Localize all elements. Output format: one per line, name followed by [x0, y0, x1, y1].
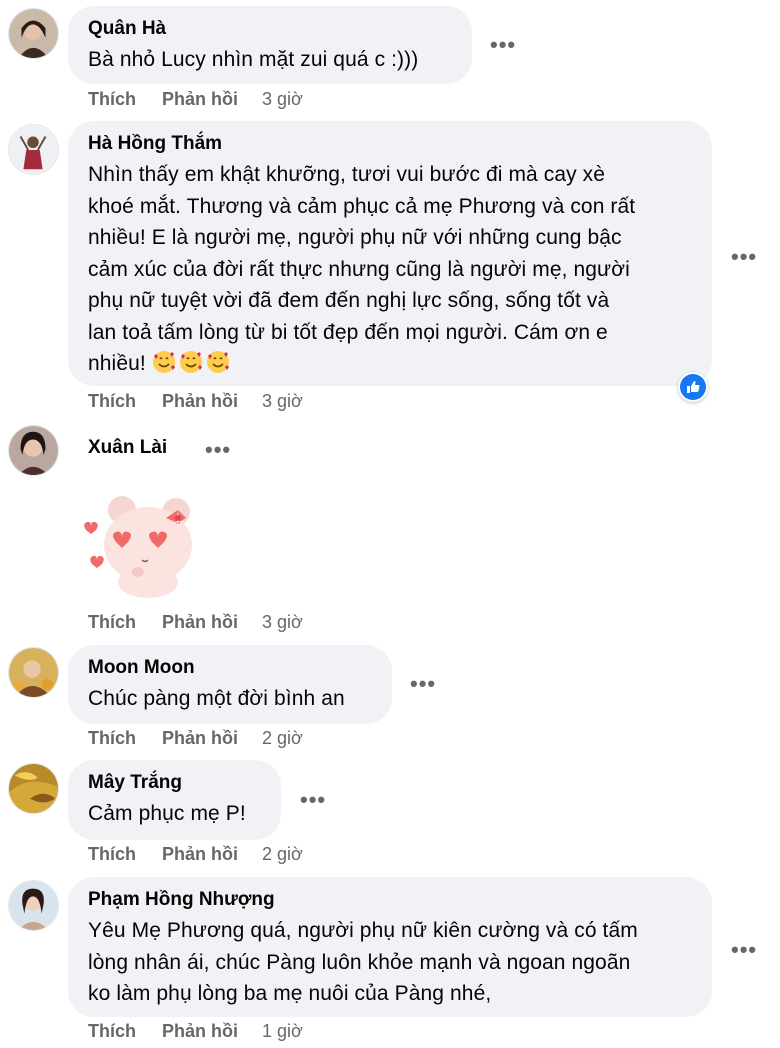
reply-button[interactable]: Phản hồi	[162, 844, 262, 866]
comment-bubble: Moon Moon Chúc pàng một đời bình an	[68, 645, 392, 724]
avatar[interactable]	[8, 124, 59, 175]
reply-button[interactable]: Phản hồi	[162, 1021, 262, 1043]
comment-text: Chúc pàng một đời bình an	[88, 687, 345, 710]
more-options-icon[interactable]: •••	[410, 673, 436, 695]
like-reaction-icon[interactable]	[678, 372, 708, 402]
more-options-icon[interactable]: •••	[731, 246, 757, 268]
more-options-icon[interactable]: •••	[205, 439, 231, 461]
commenter-name[interactable]: Xuân Lài	[88, 437, 167, 459]
more-options-icon[interactable]: •••	[490, 34, 516, 56]
comment-bubble: Quân Hà Bà nhỏ Lucy nhìn mặt zui quá c :…	[68, 6, 472, 84]
timestamp[interactable]: 3 giờ	[262, 89, 303, 111]
more-options-icon[interactable]: •••	[731, 939, 757, 961]
timestamp[interactable]: 2 giờ	[262, 728, 303, 750]
like-button[interactable]: Thích	[88, 391, 162, 413]
smiling-face-with-hearts-icon	[152, 351, 233, 375]
comment-bubble: Mây Trắng Cảm phục mẹ P!	[68, 760, 281, 840]
commenter-name[interactable]: Moon Moon	[88, 657, 372, 679]
comment-bubble: Hà Hồng Thắm Nhìn thấy em khật khưỡng, t…	[68, 121, 712, 386]
comment-bubble: Phạm Hồng Nhượng Yêu Mẹ Phương quá, ngườ…	[68, 877, 712, 1017]
comment-text: Nhìn thấy em khật khưỡng, tươi vui bước …	[88, 163, 636, 375]
like-button[interactable]: Thích	[88, 728, 162, 750]
commenter-name[interactable]: Hà Hồng Thắm	[88, 133, 692, 155]
commenter-name[interactable]: Quân Hà	[88, 18, 452, 40]
commenter-name[interactable]: Mây Trắng	[88, 772, 261, 794]
avatar[interactable]	[8, 425, 59, 476]
reply-button[interactable]: Phản hồi	[162, 612, 262, 634]
comment-text: Yêu Mẹ Phương quá, người phụ nữ kiên cườ…	[88, 919, 638, 1005]
like-button[interactable]: Thích	[88, 1021, 162, 1043]
reply-button[interactable]: Phản hồi	[162, 391, 262, 413]
like-button[interactable]: Thích	[88, 612, 162, 634]
avatar[interactable]	[8, 880, 59, 931]
commenter-name[interactable]: Phạm Hồng Nhượng	[88, 889, 692, 911]
timestamp[interactable]: 2 giờ	[262, 844, 303, 866]
avatar[interactable]	[8, 8, 59, 59]
avatar[interactable]	[8, 763, 59, 814]
reply-button[interactable]: Phản hồi	[162, 89, 262, 111]
comment-text: Bà nhỏ Lucy nhìn mặt zui quá c :)))	[88, 48, 419, 71]
timestamp[interactable]: 3 giờ	[262, 391, 303, 413]
timestamp[interactable]: 1 giờ	[262, 1021, 303, 1043]
like-button[interactable]: Thích	[88, 844, 162, 866]
like-button[interactable]: Thích	[88, 89, 162, 111]
avatar[interactable]	[8, 647, 59, 698]
pink-bear-love-sticker	[78, 490, 198, 600]
comment-text: Cảm phục mẹ P!	[88, 802, 246, 825]
timestamp[interactable]: 3 giờ	[262, 612, 303, 634]
reply-button[interactable]: Phản hồi	[162, 728, 262, 750]
more-options-icon[interactable]: •••	[300, 789, 326, 811]
